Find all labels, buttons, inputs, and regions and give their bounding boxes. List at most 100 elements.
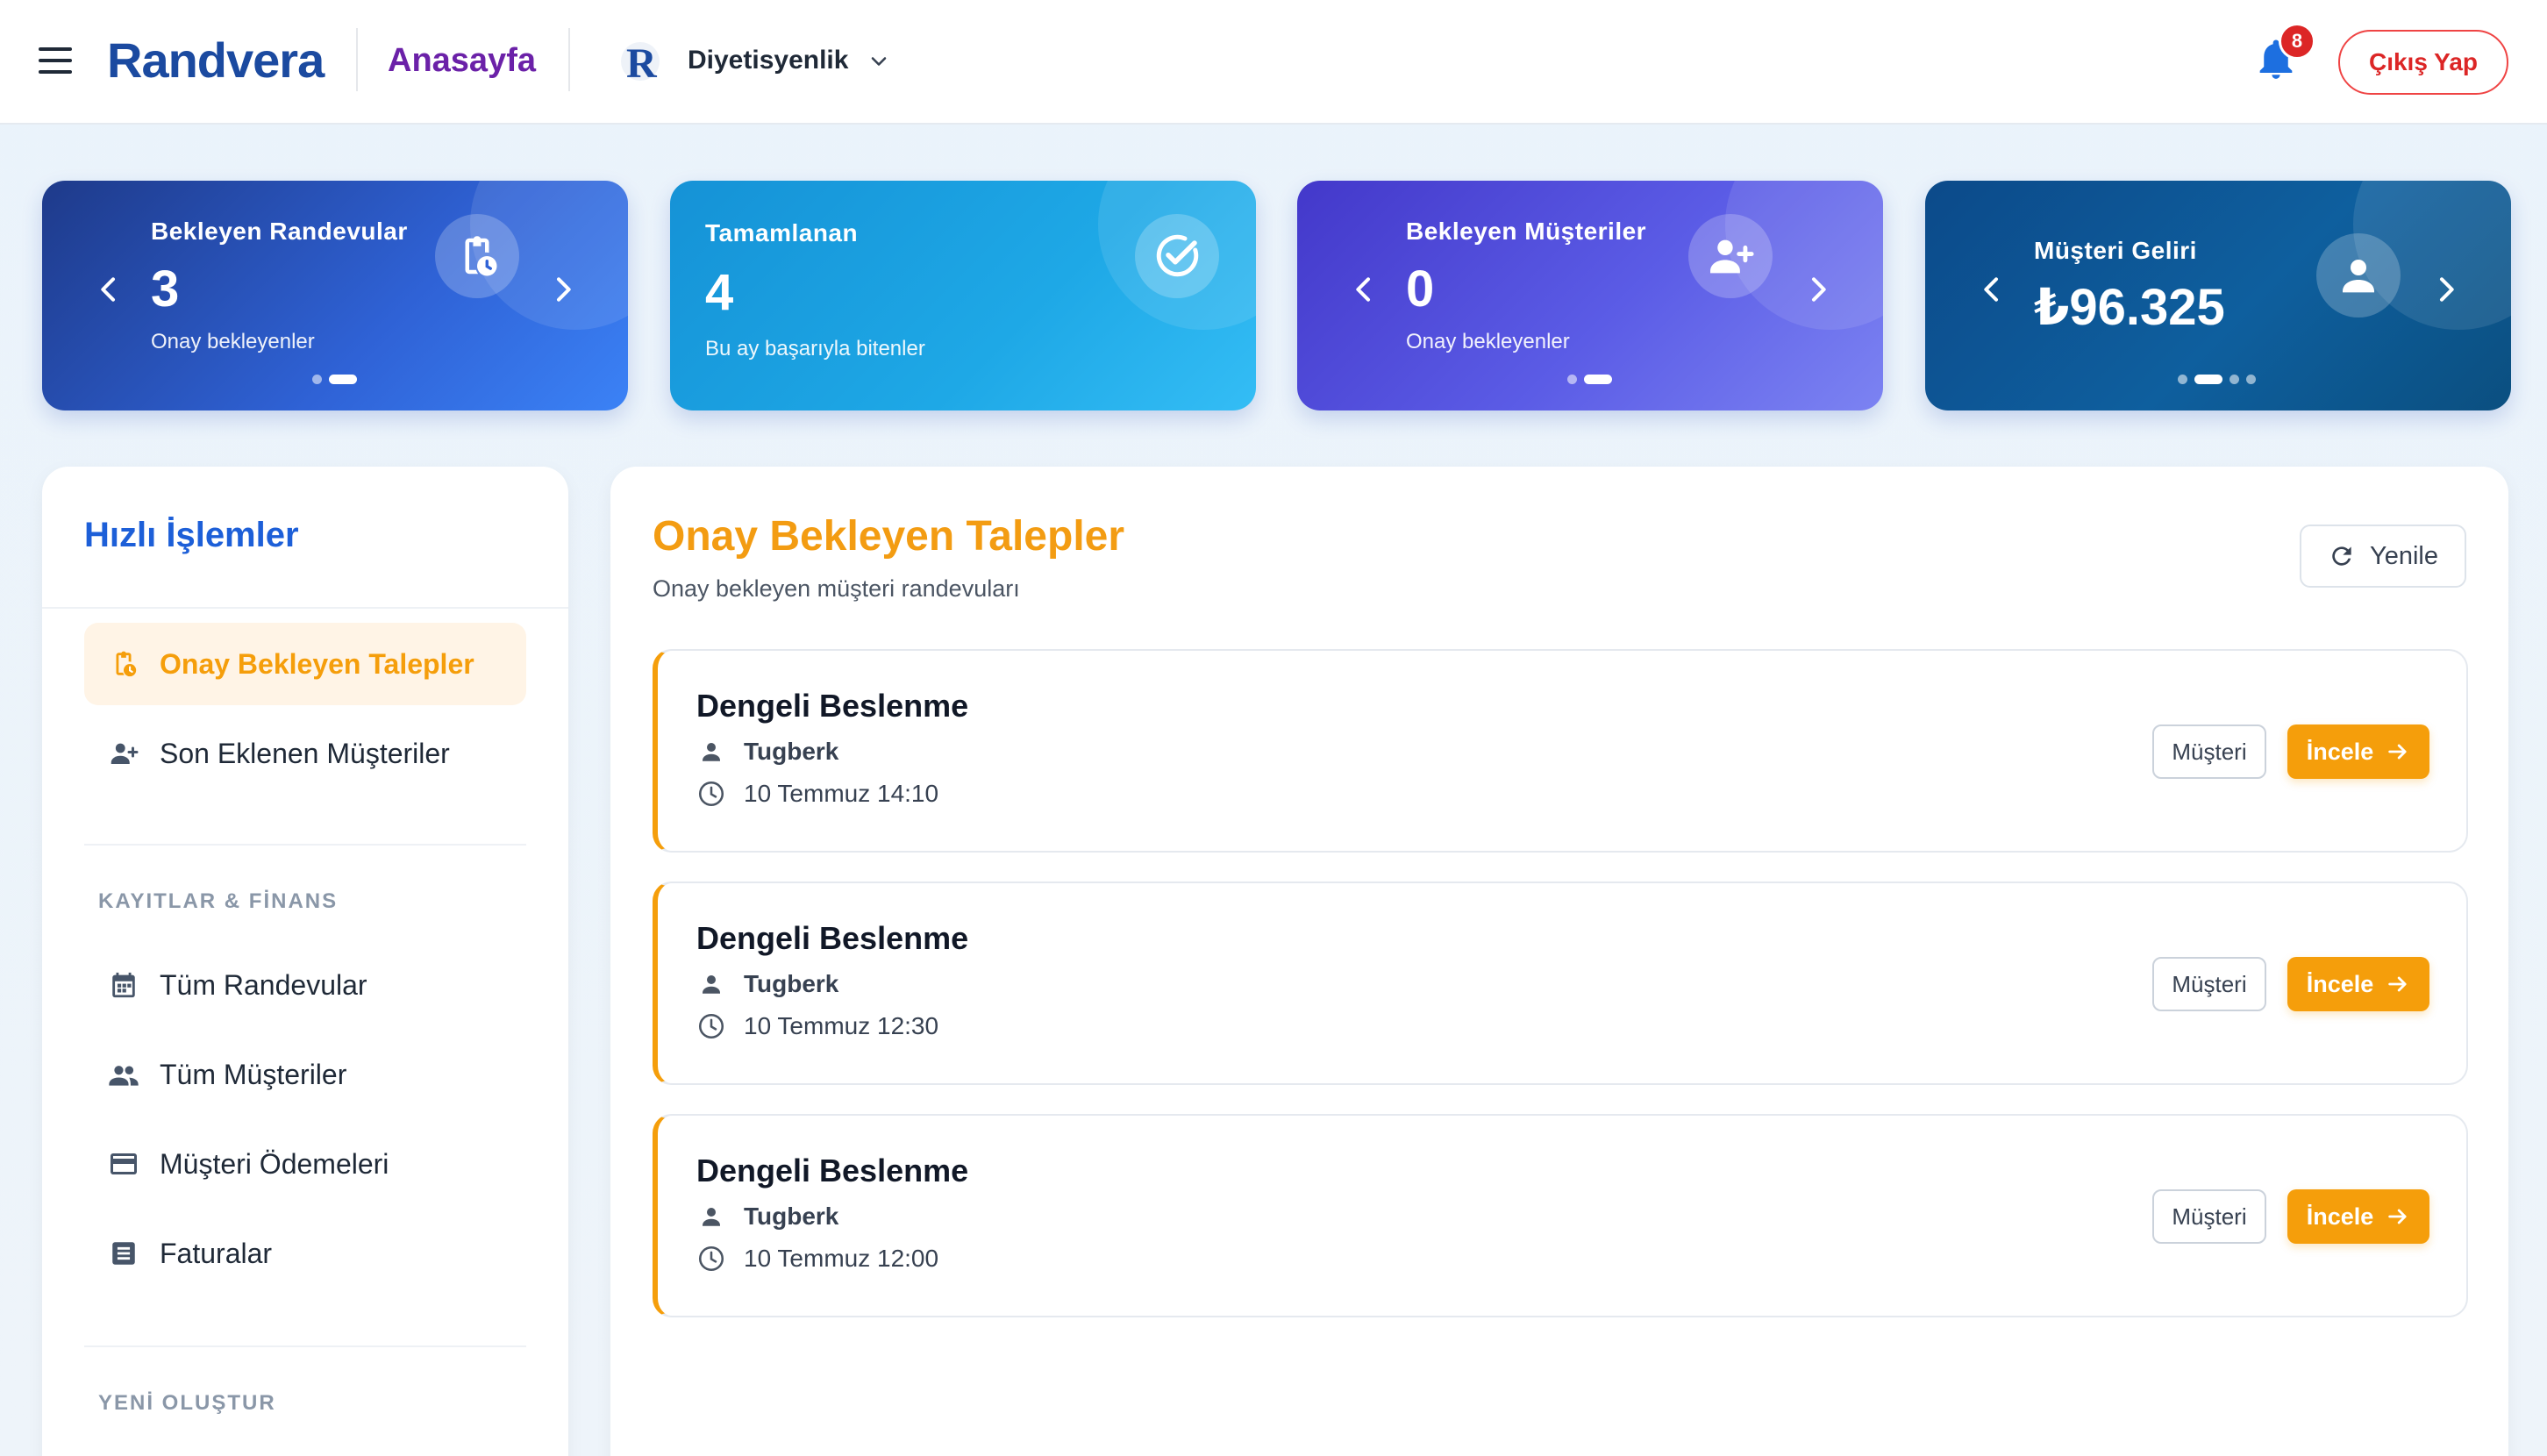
stat-label: Bekleyen Müşteriler [1406,218,1647,245]
customer-row: Tugberk [696,1202,838,1231]
review-button-label: İncele [2306,970,2374,997]
chevron-right-icon[interactable] [1801,272,1836,307]
chevron-left-icon[interactable] [1346,272,1381,307]
time-row: 10 Temmuz 12:30 [696,1011,938,1041]
sidebar-item-all-customers[interactable]: Tüm Müşteriler [84,1033,526,1116]
nav-home-link[interactable]: Anasayfa [388,42,536,80]
people-icon [107,1058,140,1091]
pending-requests-panel: Onay Bekleyen Talepler Onay bekleyen müş… [610,467,2508,1456]
customer-row: Tugberk [696,737,838,767]
stat-subtitle: Bu ay başarıyla bitenler [705,337,925,360]
time-row: 10 Temmuz 12:00 [696,1244,938,1274]
appointment-time: 10 Temmuz 12:30 [744,1012,939,1039]
section-heading-create-new: YENİ OLUŞTUR [98,1391,276,1415]
customer-name: Tugberk [744,738,839,765]
customer-button[interactable]: Müşteri [2152,957,2266,1011]
customer-name: Tugberk [744,1203,839,1230]
brand-logo[interactable]: Randvera [107,32,325,89]
refresh-label: Yenile [2370,541,2438,570]
chevron-right-icon[interactable] [2429,272,2464,307]
logout-button[interactable]: Çıkış Yap [2338,30,2508,95]
stat-label: Tamamlanan [705,219,859,246]
chevron-left-icon[interactable] [91,272,126,307]
arrow-right-icon [2388,744,2407,760]
clock-icon [696,779,726,809]
customer-button[interactable]: Müşteri [2152,724,2266,779]
divider [84,844,526,846]
review-button[interactable]: İncele [2287,957,2429,1011]
clipboard-clock-icon [107,647,140,681]
stat-label: Bekleyen Randevular [151,218,408,245]
sidebar-item-recent-customers[interactable]: Son Eklenen Müşteriler [84,712,526,795]
header-divider [356,28,358,91]
svg-text:R: R [626,40,658,87]
stat-subtitle: Onay bekleyenler [1406,330,1570,353]
service-name: Dengeli Beslenme [696,1153,969,1188]
sidebar-item-label: Onay Bekleyen Talepler [160,647,474,680]
customer-button[interactable]: Müşteri [2152,1189,2266,1244]
page-title: Onay Bekleyen Talepler [653,513,1125,560]
chevron-left-icon[interactable] [1974,272,2009,307]
clock-icon [696,1011,726,1041]
section-heading-records: KAYITLAR & FİNANS [98,889,339,913]
notification-badge: 8 [2279,23,2315,60]
sidebar-item-pending-requests[interactable]: Onay Bekleyen Talepler [84,623,526,705]
sidebar-item-label: Faturalar [160,1237,273,1269]
person-add-icon [107,737,140,770]
person-icon [2316,233,2401,318]
arrow-right-icon [2388,976,2407,992]
chevron-right-icon[interactable] [546,272,581,307]
divider [84,1345,526,1347]
request-card: Dengeli Beslenme Tugberk 10 Temmuz 12:00… [653,1114,2468,1317]
review-button[interactable]: İncele [2287,724,2429,779]
check-circle-icon [1135,214,1219,298]
review-button-label: İncele [2306,738,2374,765]
credit-card-icon [107,1147,140,1181]
carousel-dots [312,375,357,384]
stat-value: ₺96.325 [2034,279,2225,336]
stat-value: 4 [705,264,734,321]
sidebar-title: Hızlı İşlemler [84,516,299,554]
quick-actions-sidebar: Hızlı İşlemler Onay Bekleyen Talepler So… [42,467,568,1456]
stat-label: Müşteri Geliri [2034,237,2197,264]
stat-card-pending-customers[interactable]: Bekleyen Müşteriler 0 Onay bekleyenler [1297,181,1883,410]
sidebar-item-label: Son Eklenen Müşteriler [160,737,450,769]
clock-icon [696,1244,726,1274]
menu-icon[interactable] [39,47,72,74]
stat-value: 0 [1406,261,1435,318]
stat-subtitle: Onay bekleyenler [151,330,315,353]
stat-card-completed[interactable]: Tamamlanan 4 Bu ay başarıyla bitenler [670,181,1256,410]
stat-card-customer-revenue[interactable]: Müşteri Geliri ₺96.325 [1925,181,2511,410]
carousel-dots [1567,375,1612,384]
person-icon [696,969,726,999]
person-icon [696,1202,726,1231]
receipt-icon [107,1237,140,1270]
request-card: Dengeli Beslenme Tugberk 10 Temmuz 12:30… [653,881,2468,1085]
sidebar-item-invoices[interactable]: Faturalar [84,1212,526,1295]
header-divider [568,28,570,91]
sidebar-item-label: Müşteri Ödemeleri [160,1147,389,1180]
review-button-label: İncele [2306,1203,2374,1230]
sidebar-item-customer-payments[interactable]: Müşteri Ödemeleri [84,1123,526,1205]
customer-row: Tugberk [696,969,838,999]
request-card: Dengeli Beslenme Tugberk 10 Temmuz 14:10… [653,649,2468,853]
person-icon [696,737,726,767]
service-name: Dengeli Beslenme [696,688,969,724]
page-subtitle: Onay bekleyen müşteri randevuları [653,575,1020,602]
review-button[interactable]: İncele [2287,1189,2429,1244]
business-logo: R [621,40,660,87]
carousel-dots [2178,375,2256,384]
customer-name: Tugberk [744,970,839,997]
appointment-time: 10 Temmuz 14:10 [744,780,939,807]
refresh-button[interactable]: Yenile [2300,525,2466,588]
sidebar-item-all-appointments[interactable]: Tüm Randevular [84,944,526,1026]
time-row: 10 Temmuz 14:10 [696,779,938,809]
refresh-icon [2332,546,2351,566]
divider [42,607,568,609]
stat-card-pending-appointments[interactable]: Bekleyen Randevular 3 Onay bekleyenler [42,181,628,410]
chevron-down-icon[interactable] [867,49,891,74]
arrow-right-icon [2388,1209,2407,1224]
stat-value: 3 [151,261,180,318]
business-selector[interactable]: Diyetisyenlik [688,46,848,75]
person-add-icon [1688,214,1773,298]
